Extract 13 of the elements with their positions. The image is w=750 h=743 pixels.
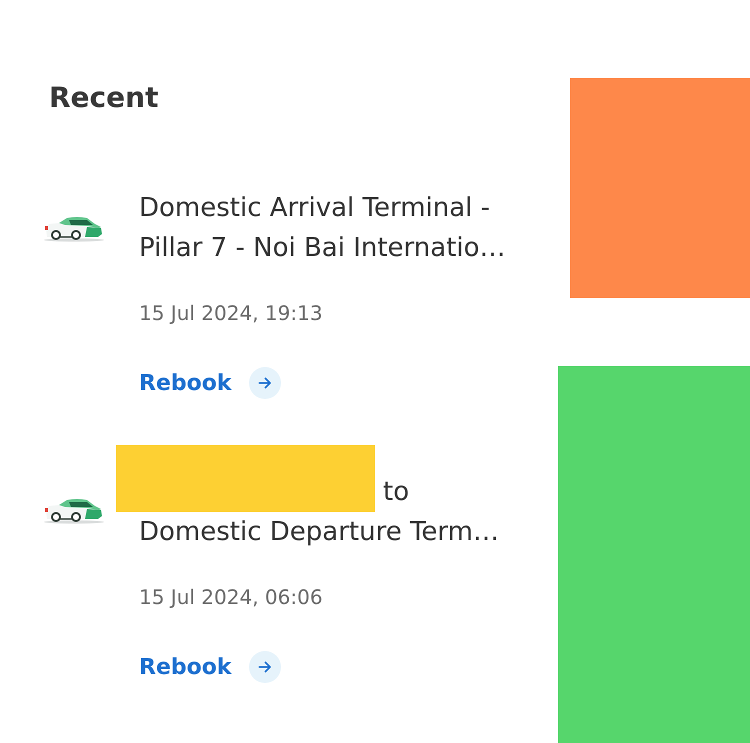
rebook-link[interactable]: Rebook bbox=[139, 367, 282, 399]
address-line: Domestic Arrival Terminal - bbox=[139, 192, 490, 225]
trip-date: 15 Jul 2024, 19:13 bbox=[139, 300, 323, 327]
rebook-link[interactable]: Rebook bbox=[139, 651, 282, 683]
trip-date: 15 Jul 2024, 06:06 bbox=[139, 584, 323, 611]
section-title: Recent bbox=[49, 80, 158, 116]
address-line: Pillar 7 - Noi Bai Internatio… bbox=[139, 232, 506, 265]
car-icon bbox=[43, 214, 105, 242]
car-icon bbox=[43, 497, 105, 525]
arrow-right-icon bbox=[249, 367, 282, 399]
arrow-right-icon bbox=[249, 651, 282, 683]
address-line: to bbox=[383, 476, 410, 509]
address-line: Domestic Departure Term… bbox=[139, 516, 499, 549]
